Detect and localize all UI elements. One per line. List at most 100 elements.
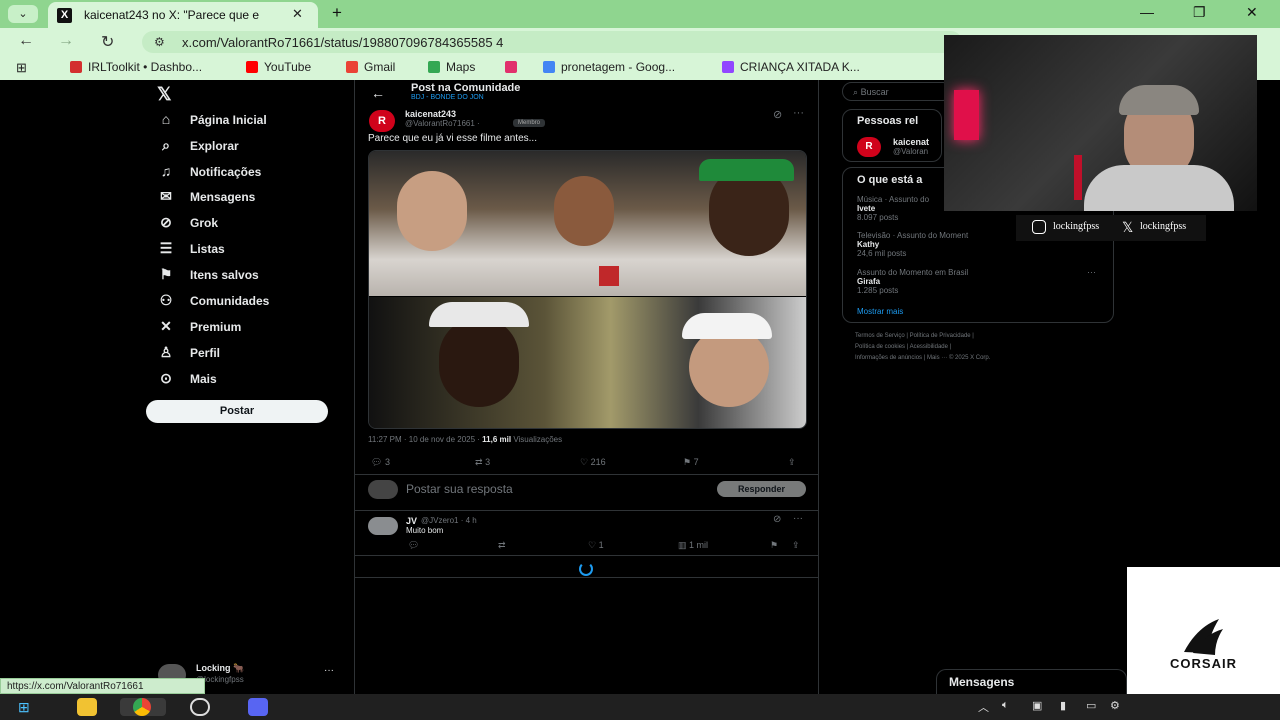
tray-chevron-icon[interactable]: ︿ <box>978 699 989 715</box>
like-action[interactable]: ♡ 216 <box>580 457 606 468</box>
footer-link[interactable]: Política de Privacidade <box>910 333 971 339</box>
trend-item[interactable]: Música · Assunto do Ivete 8.097 posts <box>857 195 929 222</box>
reply-author-name[interactable]: JV <box>406 516 417 526</box>
obs-icon[interactable] <box>190 698 210 716</box>
page-title: Post na Comunidade <box>411 82 521 94</box>
footer-link[interactable]: Mais ··· <box>927 355 947 361</box>
communities-icon: ⚇ <box>159 292 173 308</box>
minimize-icon[interactable]: — <box>1140 4 1154 20</box>
show-more-link[interactable]: Mostrar mais <box>857 307 903 316</box>
back-arrow-icon[interactable]: ← <box>371 85 385 101</box>
bookmark-gmail[interactable]: Gmail <box>346 60 395 74</box>
close-window-icon[interactable]: ✕ <box>1246 4 1258 21</box>
reply-bookmark-icon[interactable]: ⚑ <box>770 540 778 551</box>
reply-views-action[interactable]: ▥ 1 mil <box>678 540 708 551</box>
file-explorer-icon[interactable] <box>77 698 97 716</box>
reply-repost-icon[interactable]: ⇄ <box>498 540 506 551</box>
sidebar-item-communities[interactable]: ⚇ Comunidades <box>157 292 270 314</box>
sidebar-item-notifications[interactable]: ♫ Notificações <box>157 163 262 185</box>
reply-action[interactable]: 💬︎ 3 <box>371 457 390 468</box>
bookmark-pronetagem[interactable]: pronetagem - Goog... <box>543 60 675 74</box>
trend-meta: Música · Assunto do <box>857 195 930 204</box>
footer-link[interactable]: Política de cookies <box>855 344 905 350</box>
share-icon[interactable]: ⇪ <box>788 457 796 468</box>
footer-link[interactable]: Termos de Serviço <box>855 333 905 339</box>
trend-meta: Televisão · Assunto do Moment <box>857 231 969 240</box>
url-input[interactable]: ⚙ x.com/ValorantRo71661/status/198807096… <box>142 31 962 53</box>
reply-like-action[interactable]: ♡ 1 <box>588 540 604 551</box>
community-link[interactable]: BDJ - BONDE DO JON <box>411 94 484 101</box>
sidebar-item-home[interactable]: ⌂ Página Inicial <box>157 111 267 133</box>
x-logo-icon[interactable]: 𝕏 <box>157 84 172 105</box>
author-handle[interactable]: @ValorantRo71661 · <box>405 119 480 128</box>
footer-link[interactable]: Informações de anúncios <box>855 355 922 361</box>
post-media[interactable] <box>368 150 807 429</box>
reply-more-icon[interactable]: ··· <box>793 513 803 524</box>
trend-name: Girafa <box>857 277 881 286</box>
trend-item[interactable]: Assunto do Momento em Brasil Girafa 1.28… <box>857 268 968 295</box>
windows-start-icon[interactable]: ⊞ <box>18 699 36 715</box>
sidebar-item-more[interactable]: ⊙ Mais <box>157 370 217 392</box>
tab-search-button[interactable]: ⌄ <box>8 5 38 23</box>
bookmark-crianca[interactable]: CRIANÇA XITADA K... <box>722 60 860 74</box>
messages-drawer[interactable]: Mensagens <box>936 669 1127 694</box>
trend-name: Kathy <box>857 240 880 249</box>
search-icon: ⌕ <box>162 137 170 153</box>
sidebar-item-profile[interactable]: ♙ Perfil <box>157 344 220 366</box>
discord-icon[interactable] <box>248 698 268 716</box>
who-to-follow-panel: Pessoas rel R kaicenat @Valoran <box>842 109 942 162</box>
sidebar-item-premium[interactable]: ✕ Premium <box>157 318 241 340</box>
person-name[interactable]: kaicenat <box>893 137 929 147</box>
sidebar-item-messages[interactable]: ✉ Mensagens <box>157 188 255 210</box>
tray-audio-icon[interactable]: 🔈︎ <box>1002 699 1009 712</box>
tray-settings-icon[interactable]: ⚙ <box>1110 699 1120 712</box>
bell-icon: ♫ <box>160 163 172 179</box>
grok-explain-icon[interactable]: ⊘ <box>773 514 781 525</box>
panel-title: O que está a <box>857 174 923 186</box>
post-more-icon[interactable]: ··· <box>793 107 804 119</box>
chrome-taskbar-button[interactable] <box>120 698 166 716</box>
forward-icon[interactable]: → <box>58 32 74 50</box>
grok-explain-icon[interactable]: ⊘ <box>773 108 782 121</box>
apps-grid-icon[interactable]: ⊞ <box>16 60 27 76</box>
restore-icon[interactable]: ❐ <box>1193 4 1206 21</box>
trend-item[interactable]: Televisão · Assunto do Moment Kathy 24,6… <box>857 231 968 258</box>
post-button[interactable]: Postar <box>146 400 328 423</box>
trend-more-icon[interactable]: ··· <box>1087 267 1096 277</box>
bookmark-youtube[interactable]: YouTube <box>246 60 311 74</box>
back-icon[interactable]: ← <box>18 32 34 50</box>
tray-usb-icon[interactable]: ▮ <box>1060 699 1066 712</box>
reply-button[interactable]: Responder <box>717 481 806 497</box>
tray-camera-icon[interactable]: ▣ <box>1032 699 1042 712</box>
footer-link[interactable]: Acessibilidade <box>910 344 948 350</box>
list-icon: ☰ <box>159 240 173 256</box>
bookmark-maps[interactable]: Maps <box>428 60 475 74</box>
reply-input[interactable]: Postar sua resposta <box>406 482 513 496</box>
sidebar-item-explore[interactable]: ⌕ Explorar <box>157 137 239 159</box>
tray-network-icon[interactable]: ▭ <box>1086 699 1096 712</box>
bookmark-action[interactable]: ⚑ 7 <box>683 457 699 468</box>
bookmark-irltoolkit[interactable]: IRLToolkit • Dashbo... <box>70 60 202 74</box>
bookmark-instagram[interactable] <box>505 60 523 74</box>
sidebar-item-grok[interactable]: ⊘ Grok <box>157 214 218 236</box>
reply-share-icon[interactable]: ⇪ <box>792 540 800 551</box>
person-avatar[interactable]: R <box>857 137 881 157</box>
sidebar-item-lists[interactable]: ☰ Listas <box>157 240 225 262</box>
reply-reply-icon[interactable]: 💬︎ <box>408 540 419 551</box>
tab-close-icon[interactable]: ✕ <box>292 6 303 22</box>
author-avatar[interactable]: R <box>369 110 395 132</box>
repost-action[interactable]: ⇄ 3 <box>475 457 490 468</box>
author-name[interactable]: kaicenat243 <box>405 109 456 119</box>
reload-icon[interactable]: ↻ <box>101 32 114 52</box>
site-info-icon[interactable]: ⚙ <box>154 35 165 49</box>
reply-author-handle[interactable]: @JVzero1 · 4 h <box>421 516 477 525</box>
envelope-icon: ✉ <box>160 188 172 204</box>
search-input[interactable]: ⌕ Buscar <box>842 82 952 101</box>
new-tab-button[interactable]: + <box>332 3 342 23</box>
sidebar-item-bookmarks[interactable]: ⚑ Itens salvos <box>157 266 259 288</box>
browser-tab[interactable]: X kaicenat243 no X: "Parece que e ✕ <box>48 2 318 28</box>
reply-author-avatar[interactable] <box>368 517 398 535</box>
person-handle[interactable]: @Valoran <box>893 147 928 156</box>
account-more-icon[interactable]: ··· <box>324 665 334 676</box>
instagram-handle: lockingfpss <box>1053 221 1100 232</box>
